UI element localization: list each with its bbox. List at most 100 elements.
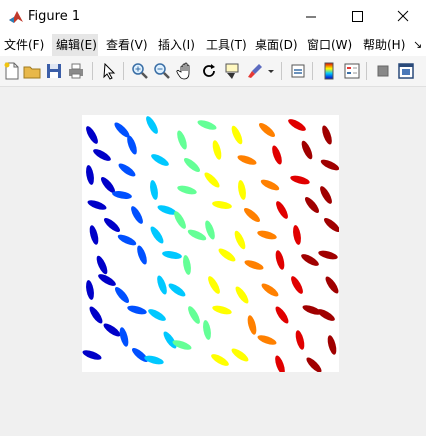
rice-grain-blob bbox=[188, 306, 200, 324]
maximize-button[interactable] bbox=[334, 0, 380, 34]
rice-grain-blob bbox=[117, 234, 137, 246]
rice-grain-blob bbox=[293, 225, 301, 245]
rice-grain-blob bbox=[162, 251, 182, 259]
close-button[interactable] bbox=[380, 0, 426, 34]
rice-grain-blob bbox=[272, 145, 282, 165]
rice-grain-blob bbox=[103, 323, 121, 337]
rice-grain-blob bbox=[322, 125, 332, 145]
rice-grain-blob bbox=[208, 276, 220, 294]
rice-grain-blob bbox=[238, 180, 246, 200]
link-plot-icon[interactable] bbox=[288, 61, 308, 81]
menu-help[interactable]: 帮助(H) bbox=[363, 34, 409, 56]
rice-grain-blob bbox=[89, 306, 103, 324]
rice-grain-blob bbox=[163, 331, 177, 349]
rice-grain-blob bbox=[118, 163, 136, 177]
rice-grain-blob bbox=[211, 354, 229, 366]
rice-grain-blob bbox=[212, 201, 232, 209]
zoom-in-icon[interactable] bbox=[130, 61, 150, 81]
rice-grain-blob bbox=[127, 135, 137, 155]
save-icon[interactable] bbox=[44, 61, 64, 81]
rice-grain-blob bbox=[261, 283, 279, 297]
menu-insert[interactable]: 插入(I) bbox=[158, 34, 200, 56]
hide-plot-tools-icon[interactable] bbox=[373, 61, 393, 81]
data-cursor-icon[interactable] bbox=[222, 61, 242, 81]
rice-grain-blob bbox=[82, 350, 102, 360]
rice-grain-blob bbox=[325, 276, 339, 294]
rice-grain-blob bbox=[103, 218, 121, 232]
rice-grain-blob bbox=[305, 196, 319, 214]
rice-grain-blob bbox=[301, 254, 319, 266]
menu-view[interactable]: 查看(V) bbox=[106, 34, 152, 56]
rice-grain-blob bbox=[275, 355, 285, 372]
rice-grain-blob bbox=[87, 200, 107, 210]
rice-grain-blob bbox=[327, 335, 337, 355]
menu-desktop[interactable]: 桌面(D) bbox=[255, 34, 301, 56]
menu-edit[interactable]: 编辑(E) bbox=[52, 34, 98, 56]
rice-grain-blob bbox=[127, 305, 147, 315]
rice-grain-blob bbox=[131, 348, 149, 362]
rice-grain-blob bbox=[244, 260, 264, 270]
show-plot-tools-icon[interactable] bbox=[396, 61, 416, 81]
title-bar: Figure 1 bbox=[0, 0, 426, 34]
rice-grain-blob bbox=[144, 355, 164, 365]
rice-grain-blob bbox=[288, 119, 306, 131]
rice-grain-blob bbox=[183, 255, 191, 275]
labeled-image-axes[interactable] bbox=[82, 115, 339, 372]
minimize-icon bbox=[306, 16, 316, 18]
menu-file[interactable]: 文件(F) bbox=[4, 34, 50, 56]
menu-tools[interactable]: 工具(T) bbox=[206, 34, 250, 56]
select-pointer-icon[interactable] bbox=[99, 61, 119, 81]
window-title: Figure 1 bbox=[28, 9, 81, 24]
rice-grain-blob bbox=[318, 250, 338, 260]
rice-grain-blob bbox=[146, 116, 158, 134]
rice-grain-blob bbox=[197, 120, 217, 130]
figure-toolbar bbox=[0, 56, 426, 87]
brush-dropdown-arrow-icon[interactable] bbox=[265, 61, 277, 81]
rice-grain-blob bbox=[290, 175, 310, 185]
rice-grain-blob bbox=[247, 315, 257, 335]
rice-grain-blob bbox=[320, 186, 332, 204]
rotate-3d-icon[interactable] bbox=[199, 61, 219, 81]
maximize-icon bbox=[352, 11, 363, 22]
toolbar-separator bbox=[366, 62, 367, 80]
minimize-button[interactable] bbox=[288, 0, 334, 34]
rice-grain-blob bbox=[150, 226, 164, 244]
zoom-out-icon[interactable] bbox=[152, 61, 172, 81]
rice-grain-blob bbox=[237, 155, 257, 165]
rice-grain-blob bbox=[204, 172, 220, 188]
legend-icon[interactable] bbox=[342, 61, 362, 81]
rice-grain-blob bbox=[275, 306, 289, 324]
rice-grain-blob bbox=[257, 230, 277, 240]
rice-grain-blob bbox=[177, 185, 197, 195]
toolbar-separator bbox=[281, 62, 282, 80]
rice-grain-blob bbox=[295, 330, 305, 350]
rice-grain-blob bbox=[151, 154, 169, 166]
pan-hand-icon[interactable] bbox=[176, 61, 196, 81]
rice-grain-blob bbox=[306, 357, 322, 372]
rice-grain-blob bbox=[291, 276, 303, 294]
menu-overflow-arrow-icon[interactable]: ↘ bbox=[413, 34, 425, 56]
rice-grain-blob bbox=[172, 340, 192, 350]
rice-grain-blob bbox=[275, 250, 285, 270]
new-figure-icon[interactable] bbox=[2, 61, 22, 81]
menu-window[interactable]: 窗口(W) bbox=[307, 34, 357, 56]
rice-grain-blob bbox=[218, 248, 236, 262]
open-file-icon[interactable] bbox=[22, 61, 42, 81]
rice-grain-blob bbox=[260, 179, 280, 191]
print-icon[interactable] bbox=[66, 61, 86, 81]
brush-icon[interactable] bbox=[245, 61, 265, 81]
rice-grain-blob bbox=[203, 320, 211, 340]
colorbar-icon[interactable] bbox=[319, 61, 339, 81]
rice-grain-blob bbox=[187, 229, 207, 241]
rice-grain-blob bbox=[150, 180, 158, 200]
rice-grain-blob bbox=[93, 149, 111, 161]
labeled-rice-grains-image bbox=[82, 116, 339, 372]
rice-grain-blob bbox=[119, 327, 129, 347]
rice-grain-blob bbox=[183, 158, 201, 172]
rice-grain-blob bbox=[231, 125, 243, 145]
rice-grain-blob bbox=[174, 211, 186, 229]
rice-grain-blob bbox=[317, 309, 335, 321]
rice-grain-blob bbox=[234, 230, 246, 250]
rice-grain-blob bbox=[320, 159, 339, 171]
rice-grain-blob bbox=[276, 201, 288, 219]
